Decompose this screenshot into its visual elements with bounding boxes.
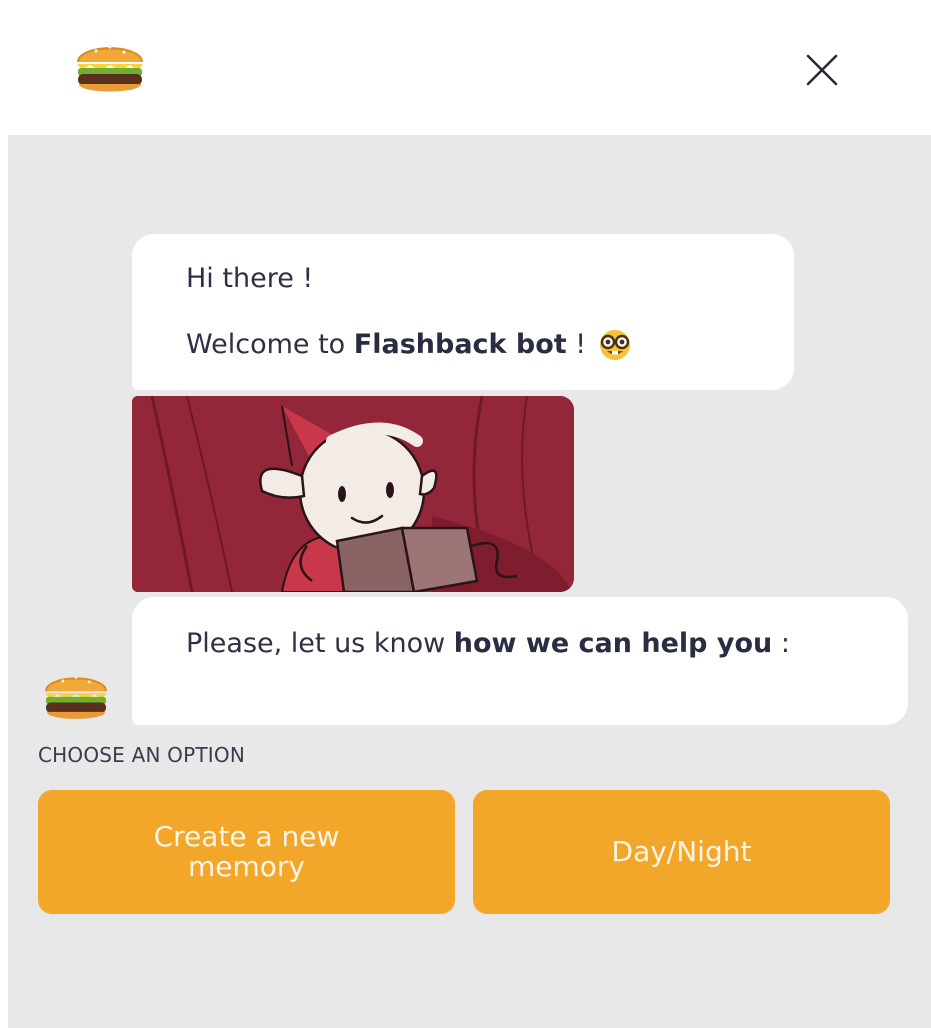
bot-name: Flashback bot (353, 329, 567, 360)
welcome-message: Hi there ! Welcome to Flashback bot ! (132, 234, 794, 390)
close-icon (806, 54, 838, 86)
help-message: Please, let us know how we can help you … (132, 597, 908, 725)
create-memory-button[interactable]: Create a new memory (38, 790, 455, 914)
illustration-image (132, 396, 574, 592)
gnome-reading-book-illustration (132, 396, 574, 592)
welcome-prefix: Welcome to (186, 329, 354, 360)
help-prefix: Please, let us know (186, 628, 454, 659)
choose-option-label: CHOOSE AN OPTION (38, 743, 245, 767)
welcome-line: Welcome to Flashback bot ! (186, 326, 794, 364)
nerd-face-icon (600, 330, 631, 360)
help-bold-text: how we can help you (453, 628, 773, 659)
chat-header (0, 0, 931, 135)
welcome-suffix: ! (566, 329, 587, 360)
close-button[interactable] (796, 44, 848, 96)
burger-icon (45, 675, 107, 719)
greeting-text: Hi there ! (186, 263, 314, 294)
day-night-button[interactable]: Day/Night (473, 790, 890, 914)
chat-area[interactable]: Hi there ! Welcome to Flashback bot ! Pl… (8, 135, 931, 1028)
help-suffix: : (772, 628, 790, 659)
burger-icon (77, 45, 143, 92)
